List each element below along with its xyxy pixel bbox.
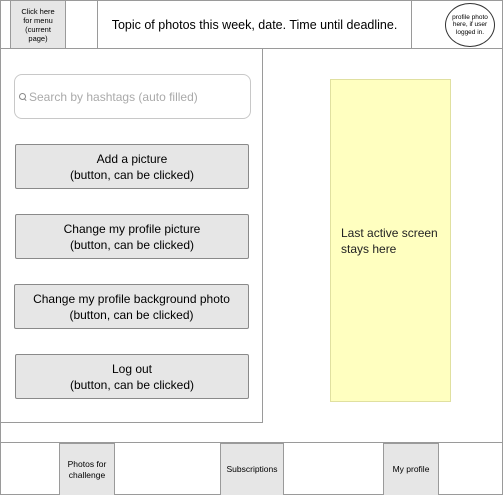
header: Click here for menu (current page) Topic… <box>1 1 503 49</box>
log-out-button[interactable]: Log out (button, can be clicked) <box>15 354 249 399</box>
menu-button[interactable]: Click here for menu (current page) <box>10 1 66 49</box>
button-label: Change my profile picture <box>63 221 201 236</box>
last-active-screen-placeholder: Last active screen stays here <box>330 79 451 402</box>
tab-photos-for-challenge[interactable]: Photos for challenge <box>59 443 115 495</box>
button-note: (button, can be clicked) <box>69 237 195 252</box>
app-frame: Click here for menu (current page) Topic… <box>0 0 503 495</box>
bottom-navigation: Photos for challenge Subscriptions My pr… <box>1 442 503 495</box>
search-icon <box>18 92 28 102</box>
change-profile-background-button[interactable]: Change my profile background photo (butt… <box>14 284 249 329</box>
hashtag-search-box[interactable] <box>14 74 251 119</box>
button-note: (button, can be clicked) <box>69 377 195 392</box>
side-menu-panel: Add a picture (button, can be clicked) C… <box>1 49 263 423</box>
tab-subscriptions[interactable]: Subscriptions <box>220 443 284 495</box>
add-picture-button[interactable]: Add a picture (button, can be clicked) <box>15 144 249 189</box>
change-profile-picture-button[interactable]: Change my profile picture (button, can b… <box>15 214 249 259</box>
button-label: Add a picture <box>96 151 168 166</box>
hashtag-search-input[interactable] <box>29 89 239 104</box>
weekly-topic: Topic of photos this week, date. Time un… <box>97 1 412 49</box>
tab-my-profile[interactable]: My profile <box>383 443 439 495</box>
button-label: Log out <box>111 361 153 376</box>
button-note: (button, can be clicked) <box>69 167 195 182</box>
profile-photo-avatar[interactable]: profile photo here, if user logged in. <box>445 3 495 47</box>
button-note: (button, can be clicked) <box>69 307 194 322</box>
button-label: Change my profile background photo <box>33 291 230 306</box>
